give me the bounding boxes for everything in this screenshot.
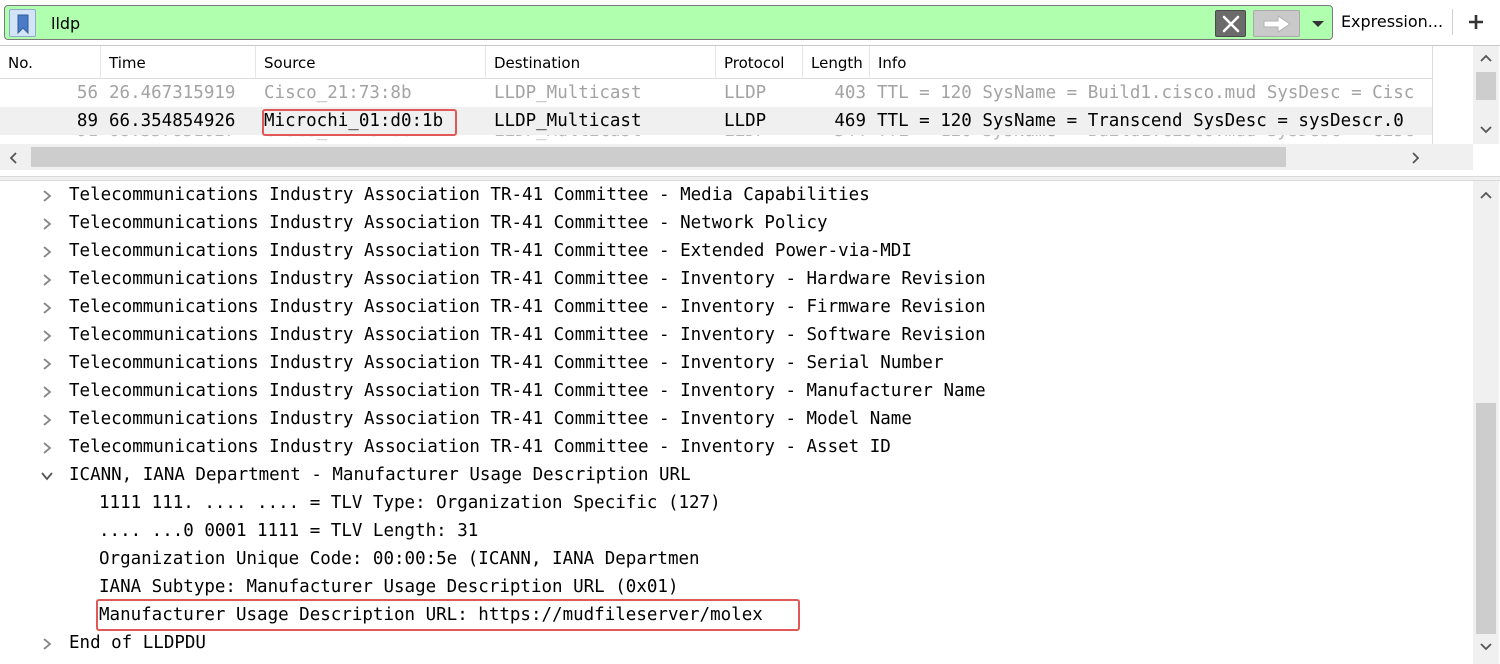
tree-item-label: 1111 111. .... .... = TLV Type: Organiza… — [99, 493, 721, 513]
display-filter-input[interactable] — [43, 8, 1208, 38]
cell-destination: LLDP_Multicast — [494, 83, 642, 103]
chevron-right-icon[interactable] — [40, 412, 54, 426]
chevron-right-icon[interactable] — [40, 188, 54, 202]
tree-item-label: Telecommunications Industry Association … — [69, 437, 891, 457]
expression-button[interactable]: Expression... — [1340, 8, 1444, 36]
chevron-right-icon[interactable] — [40, 440, 54, 454]
tree-item-label: IANA Subtype: Manufacturer Usage Descrip… — [99, 577, 679, 597]
column-header-no[interactable]: No. — [0, 46, 101, 79]
packet-details-pane: Telecommunications Industry Association … — [0, 181, 1500, 664]
tree-node[interactable]: Telecommunications Industry Association … — [0, 181, 1473, 209]
column-header-protocol[interactable]: Protocol — [716, 46, 803, 79]
packet-row-selected[interactable]: 89 66.354854926 Microchi_01:d0:1b LLDP_M… — [0, 107, 1432, 135]
scroll-down-icon[interactable] — [1473, 118, 1499, 144]
tree-item-label: Telecommunications Industry Association … — [69, 409, 912, 429]
chevron-right-icon[interactable] — [40, 636, 54, 650]
scroll-up-icon[interactable] — [1473, 183, 1499, 209]
tree-field[interactable]: Organization Unique Code: 00:00:5e (ICAN… — [0, 545, 1473, 573]
scroll-down-icon[interactable] — [1473, 635, 1499, 661]
cell-length: 469 — [834, 111, 866, 131]
cell-source: Microchi_01:d0:1b — [264, 111, 444, 131]
tree-item-label: Telecommunications Industry Association … — [69, 213, 828, 233]
tree-node[interactable]: End of LLDPDU — [0, 629, 1473, 657]
display-filter-bar — [4, 5, 1333, 40]
tree-item-label: Telecommunications Industry Association … — [69, 297, 986, 317]
toolbar-divider — [1452, 9, 1453, 35]
column-header-length[interactable]: Length — [803, 46, 870, 79]
packet-row[interactable]: 56 26.467315919 Cisco_21:73:8b LLDP_Mult… — [0, 79, 1432, 107]
scroll-up-icon[interactable] — [1473, 46, 1499, 72]
column-header-source[interactable]: Source — [256, 46, 486, 79]
column-header-info[interactable]: Info — [870, 46, 1432, 79]
chevron-right-icon[interactable] — [40, 272, 54, 286]
tree-node[interactable]: Telecommunications Industry Association … — [0, 405, 1473, 433]
chevron-right-icon[interactable] — [40, 356, 54, 370]
tree-node[interactable]: ICANN, IANA Department - Manufacturer Us… — [0, 461, 1473, 489]
bookmark-icon[interactable] — [9, 9, 36, 37]
tree-item-label: Telecommunications Industry Association … — [69, 241, 912, 261]
tree-node[interactable]: Telecommunications Industry Association … — [0, 349, 1473, 377]
clear-icon[interactable] — [1215, 10, 1246, 37]
packet-list-horizontal-scrollbar[interactable] — [0, 144, 1473, 170]
cell-length: 403 — [834, 83, 866, 103]
chevron-right-icon[interactable] — [40, 328, 54, 342]
packet-list-header: No. Time Source Destination Protocol Len… — [0, 46, 1432, 79]
tree-item-label: Manufacturer Usage Description URL: http… — [99, 605, 763, 625]
cell-info: TTL = 120 SysName = Build1.cisco.mud Sys… — [877, 83, 1415, 103]
cell-time: 66.354854926 — [109, 111, 236, 131]
tree-item-label: .... ...0 0001 1111 = TLV Length: 31 — [99, 521, 479, 541]
tree-item-label: Organization Unique Code: 00:00:5e (ICAN… — [99, 549, 700, 569]
cell-time: 26.467315919 — [109, 83, 236, 103]
cell-no: 89 — [76, 111, 98, 131]
tree-field[interactable]: 1111 111. .... .... = TLV Type: Organiza… — [0, 489, 1473, 517]
packet-details-vertical-scrollbar[interactable] — [1473, 181, 1499, 664]
cell-protocol: LLDP — [724, 83, 767, 103]
tree-item-label: Telecommunications Industry Association … — [69, 185, 870, 205]
packet-list-pane: No. Time Source Destination Protocol Len… — [0, 45, 1500, 176]
scroll-thumb[interactable] — [1476, 72, 1496, 100]
scroll-thumb[interactable] — [31, 147, 1286, 167]
cell-protocol: LLDP — [724, 111, 767, 131]
column-header-spacer — [1432, 46, 1473, 144]
cell-no: 56 — [76, 83, 98, 103]
tree-node[interactable]: Telecommunications Industry Association … — [0, 377, 1473, 405]
display-filter-toolbar: Expression... — [0, 0, 1500, 44]
tree-field[interactable]: .... ...0 0001 1111 = TLV Length: 31 — [0, 517, 1473, 545]
scroll-left-icon[interactable] — [2, 144, 28, 170]
column-header-destination[interactable]: Destination — [486, 46, 716, 79]
tree-node[interactable]: Telecommunications Industry Association … — [0, 321, 1473, 349]
tree-item-label: Telecommunications Industry Association … — [69, 325, 986, 345]
tree-field[interactable]: Manufacturer Usage Description URL: http… — [0, 601, 1473, 629]
tree-node[interactable]: Telecommunications Industry Association … — [0, 237, 1473, 265]
tree-item-label: ICANN, IANA Department - Manufacturer Us… — [69, 465, 691, 485]
plus-icon[interactable] — [1462, 8, 1490, 36]
cell-info: TTL = 120 SysName = Transcend SysDesc = … — [877, 111, 1404, 131]
tree-node[interactable]: Telecommunications Industry Association … — [0, 433, 1473, 461]
tree-item-label: Telecommunications Industry Association … — [69, 269, 986, 289]
tree-item-label: End of LLDPDU — [69, 633, 206, 653]
apply-arrow-icon[interactable] — [1253, 10, 1300, 37]
chevron-right-icon[interactable] — [40, 300, 54, 314]
tree-node[interactable]: Telecommunications Industry Association … — [0, 209, 1473, 237]
tree-item-label: Telecommunications Industry Association … — [69, 381, 986, 401]
cell-destination: LLDP_Multicast — [494, 111, 642, 131]
chevron-right-icon[interactable] — [40, 216, 54, 230]
tree-node[interactable]: Telecommunications Industry Association … — [0, 293, 1473, 321]
cell-source: Cisco_21:73:8b — [264, 83, 412, 103]
chevron-right-icon[interactable] — [40, 244, 54, 258]
tree-item-label: Telecommunications Industry Association … — [69, 353, 944, 373]
tree-field[interactable]: IANA Subtype: Manufacturer Usage Descrip… — [0, 573, 1473, 601]
column-header-time[interactable]: Time — [101, 46, 256, 79]
chevron-right-icon[interactable] — [40, 384, 54, 398]
dropdown-icon[interactable] — [1307, 10, 1331, 37]
chevron-down-icon[interactable] — [40, 468, 54, 482]
tree-node[interactable]: Telecommunications Industry Association … — [0, 265, 1473, 293]
scroll-right-icon[interactable] — [1405, 144, 1431, 170]
scroll-thumb[interactable] — [1476, 403, 1496, 634]
packet-list-vertical-scrollbar[interactable] — [1473, 46, 1499, 144]
